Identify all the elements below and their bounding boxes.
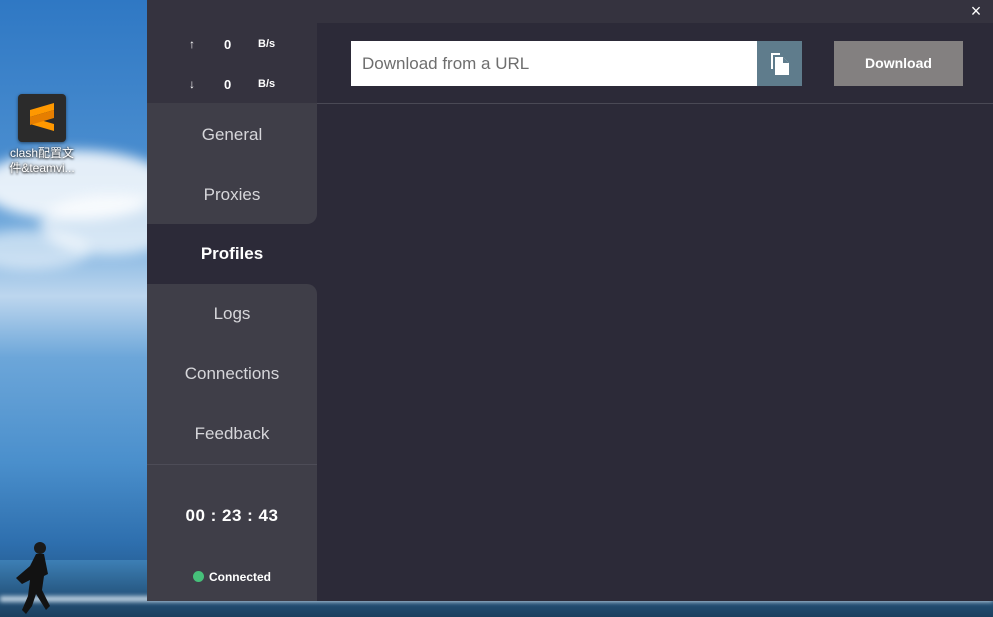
sidebar-top-panel: ↑ 0 B/s ↓ 0 B/s General Proxies — [147, 23, 317, 224]
nav-profiles[interactable]: Profiles — [147, 224, 317, 284]
nav-feedback[interactable]: Feedback — [147, 404, 317, 464]
paste-icon — [770, 52, 789, 75]
traffic-stats: ↑ 0 B/s ↓ 0 B/s — [147, 23, 317, 103]
nav-proxies[interactable]: Proxies — [147, 165, 317, 225]
download-rate: ↓ 0 B/s — [147, 75, 317, 95]
upload-value: 0 — [224, 37, 232, 52]
status-label: Connected — [208, 570, 271, 584]
upload-arrow-icon: ↑ — [189, 37, 195, 51]
nav-connections[interactable]: Connections — [147, 344, 317, 404]
sidebar: ↑ 0 B/s ↓ 0 B/s General Proxies Profiles… — [147, 23, 317, 601]
app-window: × ↑ 0 B/s ↓ 0 B/s General Proxies Profil… — [147, 0, 993, 601]
sublime-text-icon — [18, 94, 66, 142]
uptime-timer: 00 : 23 : 43 — [185, 506, 279, 525]
nav-active-slot: Profiles — [147, 224, 317, 284]
paste-button[interactable] — [757, 41, 802, 86]
download-unit: B/s — [258, 78, 276, 90]
desktop-shortcut[interactable]: clash配置文件&teamvi... — [6, 94, 78, 176]
nav-general[interactable]: General — [147, 105, 317, 165]
profiles-panel: Download — [317, 23, 993, 601]
title-bar: × — [147, 0, 993, 23]
runner-silhouette — [16, 542, 50, 614]
url-input[interactable] — [351, 41, 757, 86]
nav-logs[interactable]: Logs — [147, 284, 317, 344]
content-divider — [317, 103, 993, 104]
desktop-shortcut-label: clash配置文件&teamvi... — [9, 146, 75, 175]
connection-status: Connected — [147, 570, 317, 584]
status-dot-icon — [192, 571, 204, 582]
upload-unit: B/s — [258, 38, 276, 50]
sidebar-bottom-panel: Logs Connections Feedback 00 : 23 : 43 C… — [147, 284, 317, 601]
upload-rate: ↑ 0 B/s — [147, 35, 317, 55]
close-icon[interactable]: × — [967, 2, 985, 20]
sidebar-divider — [147, 464, 317, 465]
download-value: 0 — [224, 77, 232, 92]
download-arrow-icon: ↓ — [189, 77, 195, 91]
download-button[interactable]: Download — [834, 41, 963, 86]
